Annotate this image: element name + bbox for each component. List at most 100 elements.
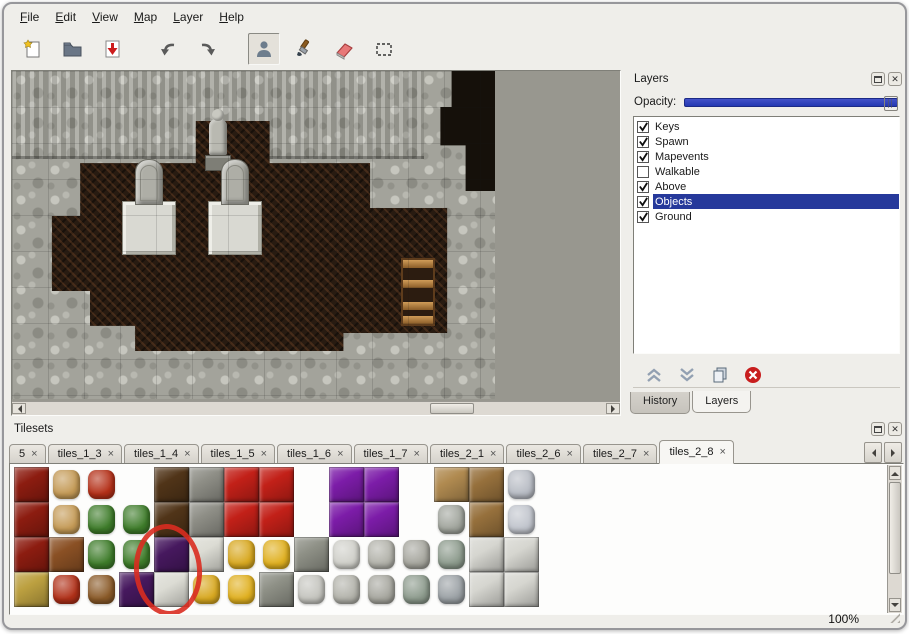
tile-r2-c6[interactable]	[224, 537, 259, 572]
tab-close-icon[interactable]: ×	[261, 449, 267, 460]
tile-r1-c11[interactable]	[399, 502, 434, 537]
layer-checkbox-mapevents[interactable]	[637, 151, 649, 163]
layer-checkbox-keys[interactable]	[637, 121, 649, 133]
tile-r2-c2[interactable]	[84, 537, 119, 572]
menu-item-file[interactable]: File	[12, 7, 47, 27]
tile-r3-c11[interactable]	[399, 572, 434, 607]
tile-r0-c9[interactable]	[329, 467, 364, 502]
menu-item-help[interactable]: Help	[211, 7, 252, 27]
scroll-down-button[interactable]	[889, 598, 901, 612]
menu-item-map[interactable]: Map	[126, 7, 165, 27]
tile-r0-c7[interactable]	[259, 467, 294, 502]
tile-r0-c14[interactable]	[504, 467, 539, 502]
tile-r3-c7[interactable]	[259, 572, 294, 607]
tabs-scroll-left-button[interactable]	[864, 442, 882, 463]
fill-tool-button[interactable]	[288, 33, 320, 65]
tile-r2-c0[interactable]	[14, 537, 49, 572]
raise-layer-button[interactable]	[643, 364, 665, 386]
tile-r2-c9[interactable]	[329, 537, 364, 572]
tab-close-icon[interactable]: ×	[643, 449, 649, 460]
tile-r2-c8[interactable]	[294, 537, 329, 572]
tile-r3-c0[interactable]	[14, 572, 49, 607]
menu-item-view[interactable]: View	[84, 7, 126, 27]
tile-r1-c7[interactable]	[259, 502, 294, 537]
tab-close-icon[interactable]: ×	[490, 449, 496, 460]
tile-r3-c14[interactable]	[504, 572, 539, 607]
tile-r1-c1[interactable]	[49, 502, 84, 537]
tile-r3-c6[interactable]	[224, 572, 259, 607]
tile-r1-c13[interactable]	[469, 502, 504, 537]
tile-r0-c8[interactable]	[294, 467, 329, 502]
tile-r0-c13[interactable]	[469, 467, 504, 502]
save-map-button[interactable]	[96, 33, 128, 65]
layer-row-keys[interactable]: Keys	[634, 119, 899, 134]
tile-r2-c11[interactable]	[399, 537, 434, 572]
tileset-tab-tiles_2_8[interactable]: tiles_2_8×	[659, 440, 733, 464]
tile-r0-c12[interactable]	[434, 467, 469, 502]
scroll-right-button[interactable]	[606, 403, 620, 414]
tile-r3-c13[interactable]	[469, 572, 504, 607]
tileset-scrollbar-thumb[interactable]	[889, 482, 901, 574]
new-map-button[interactable]	[16, 33, 48, 65]
close-panel-button[interactable]: ✕	[888, 72, 902, 86]
tab-close-icon[interactable]: ×	[719, 447, 725, 458]
layer-checkbox-ground[interactable]	[637, 211, 649, 223]
tile-r0-c10[interactable]	[364, 467, 399, 502]
close-panel-button[interactable]: ✕	[888, 422, 902, 436]
tileset-vertical-scrollbar[interactable]	[887, 465, 902, 613]
map-horizontal-scrollbar[interactable]	[12, 401, 620, 415]
delete-layer-button[interactable]	[742, 364, 764, 386]
tileset-tab-tiles_1_3[interactable]: tiles_1_3×	[48, 444, 122, 464]
tile-r1-c12[interactable]	[434, 502, 469, 537]
tileset-content[interactable]	[9, 463, 904, 615]
layer-checkbox-objects[interactable]	[637, 196, 649, 208]
undo-button[interactable]	[152, 33, 184, 65]
tile-r0-c2[interactable]	[84, 467, 119, 502]
tile-r1-c9[interactable]	[329, 502, 364, 537]
tile-r3-c2[interactable]	[84, 572, 119, 607]
layer-row-objects[interactable]: Objects	[634, 194, 899, 209]
tile-r1-c8[interactable]	[294, 502, 329, 537]
tile-r1-c14[interactable]	[504, 502, 539, 537]
open-map-button[interactable]	[56, 33, 88, 65]
stamp-tool-button[interactable]	[248, 33, 280, 65]
map-view[interactable]	[11, 70, 621, 416]
tile-r3-c9[interactable]	[329, 572, 364, 607]
tab-close-icon[interactable]: ×	[31, 449, 37, 460]
tile-r0-c1[interactable]	[49, 467, 84, 502]
menu-item-edit[interactable]: Edit	[47, 7, 84, 27]
tileset-tab-tiles_2_6[interactable]: tiles_2_6×	[506, 444, 580, 464]
panel-tab-history[interactable]: History	[630, 392, 690, 414]
layer-checkbox-above[interactable]	[637, 181, 649, 193]
tile-r2-c3[interactable]	[119, 537, 154, 572]
tabs-scroll-right-button[interactable]	[884, 442, 902, 463]
layer-checkbox-walkable[interactable]	[637, 166, 649, 178]
tile-r0-c0[interactable]	[14, 467, 49, 502]
lower-layer-button[interactable]	[676, 364, 698, 386]
tile-r0-c11[interactable]	[399, 467, 434, 502]
select-tool-button[interactable]	[368, 33, 400, 65]
tile-r1-c0[interactable]	[14, 502, 49, 537]
float-panel-button[interactable]	[871, 72, 885, 86]
layer-row-spawn[interactable]: Spawn	[634, 134, 899, 149]
layer-row-mapevents[interactable]: Mapevents	[634, 149, 899, 164]
tile-r3-c8[interactable]	[294, 572, 329, 607]
tile-r3-c10[interactable]	[364, 572, 399, 607]
opacity-slider-handle[interactable]	[884, 96, 898, 111]
tile-r2-c5[interactable]	[189, 537, 224, 572]
tile-r2-c12[interactable]	[434, 537, 469, 572]
tileset-tab-tiles_2_7[interactable]: tiles_2_7×	[583, 444, 657, 464]
tile-r2-c14[interactable]	[504, 537, 539, 572]
tile-r1-c3[interactable]	[119, 502, 154, 537]
redo-button[interactable]	[192, 33, 224, 65]
tile-r2-c7[interactable]	[259, 537, 294, 572]
panel-tab-layers[interactable]: Layers	[692, 391, 751, 413]
map-canvas[interactable]	[12, 71, 495, 399]
tile-r1-c4[interactable]	[154, 502, 189, 537]
menu-item-layer[interactable]: Layer	[165, 7, 211, 27]
tile-r3-c1[interactable]	[49, 572, 84, 607]
tile-r1-c10[interactable]	[364, 502, 399, 537]
tile-r2-c10[interactable]	[364, 537, 399, 572]
layer-row-above[interactable]: Above	[634, 179, 899, 194]
tab-close-icon[interactable]: ×	[414, 449, 420, 460]
